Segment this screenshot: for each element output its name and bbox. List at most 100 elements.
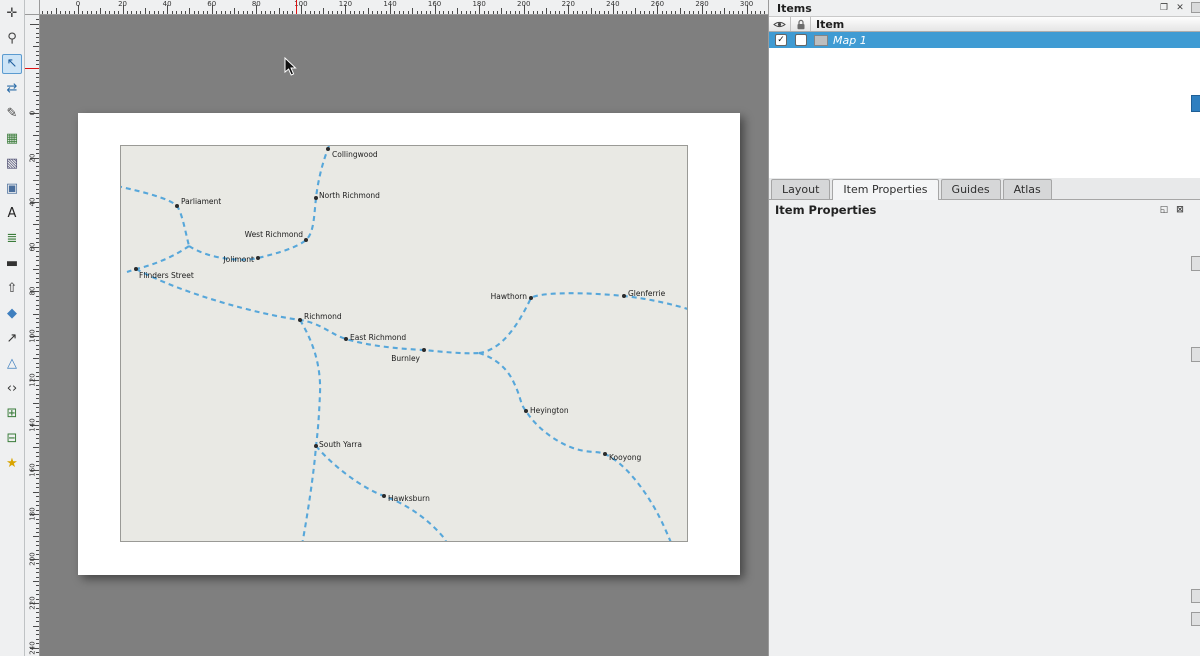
panel-tabs: LayoutItem PropertiesGuidesAtlas xyxy=(769,178,1200,200)
add-shape-tool-icon[interactable]: ◆ xyxy=(2,304,22,324)
add-label-tool-icon[interactable]: A xyxy=(2,204,22,224)
item-visibility-checkbox[interactable]: ✓ xyxy=(775,34,787,46)
ruler-label: 80 xyxy=(247,0,265,8)
station-label-flinders-street: Flinders Street xyxy=(139,271,194,280)
station-label-kooyong: Kooyong xyxy=(609,453,642,462)
ruler-label: 100 xyxy=(292,0,310,8)
ruler-label: 120 xyxy=(336,0,354,8)
ruler-label: 20 xyxy=(27,150,39,165)
station-label-heyington: Heyington xyxy=(530,406,569,415)
add-legend-tool-icon[interactable]: ≣ xyxy=(2,229,22,249)
add-arrow-tool-icon[interactable]: ↗ xyxy=(2,329,22,349)
station-label-burnley: Burnley xyxy=(391,354,420,363)
tab-guides[interactable]: Guides xyxy=(941,179,1001,199)
collapsed-dock-fragment[interactable] xyxy=(1191,256,1200,271)
station-label-south-yarra: South Yarra xyxy=(319,440,362,449)
select-move-item-tool-icon[interactable]: ↖ xyxy=(2,54,22,74)
station-point-kooyong xyxy=(603,452,607,456)
collapsed-dock-fragment[interactable] xyxy=(1191,589,1200,603)
ruler-label: 140 xyxy=(27,418,39,433)
items-table-header: Item xyxy=(769,16,1200,32)
ruler-label: 220 xyxy=(559,0,577,8)
rail-line-south-yarra-line xyxy=(300,320,320,541)
qgis-print-layout-window: ✛⚲↖⇄✎▦▧▣A≣▬⇧◆↗△‹›⊞⊟★ 0204060801001201401… xyxy=(0,0,1200,656)
mouse-cursor xyxy=(284,57,298,77)
items-panel-title: Items xyxy=(777,2,812,15)
station-point-east-richmond xyxy=(344,337,348,341)
close-properties-icon[interactable]: ⊠ xyxy=(1174,205,1186,216)
add-html-tool-icon[interactable]: ‹› xyxy=(2,379,22,399)
station-label-glenferrie: Glenferrie xyxy=(628,289,666,298)
visibility-column-eye-icon xyxy=(769,17,791,31)
collapsed-dock-buttons[interactable] xyxy=(1191,2,1200,13)
items-list[interactable]: ✓ Map 1 xyxy=(769,32,1200,178)
ruler-label: 240 xyxy=(27,640,39,655)
ruler-label: 200 xyxy=(515,0,533,8)
ruler-label: 280 xyxy=(693,0,711,8)
station-point-glenferrie xyxy=(622,294,626,298)
station-point-richmond xyxy=(298,318,302,322)
add-marker-tool-icon[interactable]: ★ xyxy=(2,454,22,474)
station-point-south-yarra xyxy=(314,444,318,448)
item-lock-checkbox[interactable] xyxy=(795,34,807,46)
collapsed-dock-tab[interactable] xyxy=(1191,95,1200,112)
rail-line-glen-waverley-line xyxy=(479,353,672,541)
ruler-label: 200 xyxy=(27,551,39,566)
ruler-label: 220 xyxy=(27,596,39,611)
edit-nodes-tool-icon[interactable]: ✎ xyxy=(2,104,22,124)
station-point-parliament xyxy=(175,204,179,208)
ruler-label: 100 xyxy=(27,328,39,343)
zoom-tool-icon[interactable]: ⚲ xyxy=(2,29,22,49)
layout-page[interactable]: CollingwoodParliamentNorth RichmondWest … xyxy=(78,113,740,575)
cursor-position-marker xyxy=(25,68,39,69)
collapse-all-icon[interactable]: ◱ xyxy=(1158,205,1170,216)
collapsed-dock-fragment[interactable] xyxy=(1191,347,1200,362)
station-point-hawksburn xyxy=(382,494,386,498)
add-map-tool-icon[interactable]: ▦ xyxy=(2,129,22,149)
tab-atlas[interactable]: Atlas xyxy=(1003,179,1052,199)
station-point-heyington xyxy=(524,409,528,413)
items-panel-titlebar: Items ❐ ✕ xyxy=(769,0,1200,16)
tab-item-properties[interactable]: Item Properties xyxy=(832,179,938,200)
cursor-position-marker xyxy=(296,0,297,14)
ruler-label: 80 xyxy=(27,284,39,299)
ruler-label: 180 xyxy=(470,0,488,8)
add-3d-map-tool-icon[interactable]: ▧ xyxy=(2,154,22,174)
station-point-north-richmond xyxy=(314,196,318,200)
item-column-header: Item xyxy=(811,17,1200,31)
station-label-parliament: Parliament xyxy=(181,197,221,206)
add-attribute-table-tool-icon[interactable]: ⊞ xyxy=(2,404,22,424)
ruler-corner xyxy=(25,0,40,15)
lock-column-lock-icon xyxy=(791,17,811,31)
item-properties-title: Item Properties xyxy=(775,203,876,217)
add-fixed-table-tool-icon[interactable]: ⊟ xyxy=(2,429,22,449)
station-point-hawthorn xyxy=(529,296,533,300)
horizontal-ruler[interactable]: 0204060801001201401601802002202402602803… xyxy=(40,0,768,15)
left-toolbar: ✛ ⚲ ↖ ⇄ ✎ ▦ ▧ ▣ A ≣ ▬ ⇧ ◆ ↗ △ ‹› ⊞ ⊟ ★ xyxy=(0,0,25,656)
add-scalebar-tool-icon[interactable]: ▬ xyxy=(2,254,22,274)
move-item-content-tool-icon[interactable]: ⇄ xyxy=(2,79,22,99)
close-panel-icon[interactable]: ✕ xyxy=(1174,3,1186,14)
float-panel-icon[interactable]: ❐ xyxy=(1158,3,1170,14)
tab-layout[interactable]: Layout xyxy=(771,179,830,199)
vertical-ruler[interactable]: 020406080100120140160180200220240 xyxy=(25,15,40,656)
layout-canvas[interactable]: CollingwoodParliamentNorth RichmondWest … xyxy=(40,15,768,656)
pan-tool-icon[interactable]: ✛ xyxy=(2,4,22,24)
ruler-label: 120 xyxy=(27,373,39,388)
station-point-jolimont xyxy=(256,256,260,260)
items-dock-panel: Items ❐ ✕ Item ✓Map 1 LayoutItem Propert… xyxy=(768,0,1200,656)
collapsed-dock-fragment[interactable] xyxy=(1191,612,1200,626)
ruler-label: 160 xyxy=(27,462,39,477)
item-label: Map 1 xyxy=(833,34,867,47)
ruler-label: 240 xyxy=(604,0,622,8)
rail-line-city-loop-west xyxy=(121,186,189,246)
add-picture-tool-icon[interactable]: ▣ xyxy=(2,179,22,199)
add-node-item-tool-icon[interactable]: △ xyxy=(2,354,22,374)
map-item[interactable]: CollingwoodParliamentNorth RichmondWest … xyxy=(120,145,688,542)
station-point-burnley xyxy=(422,348,426,352)
items-row[interactable]: ✓ Map 1 xyxy=(769,32,1200,48)
station-point-flinders-street xyxy=(134,267,138,271)
item-properties-body xyxy=(769,220,1200,656)
ruler-label: 0 xyxy=(27,106,39,121)
add-north-arrow-tool-icon[interactable]: ⇧ xyxy=(2,279,22,299)
